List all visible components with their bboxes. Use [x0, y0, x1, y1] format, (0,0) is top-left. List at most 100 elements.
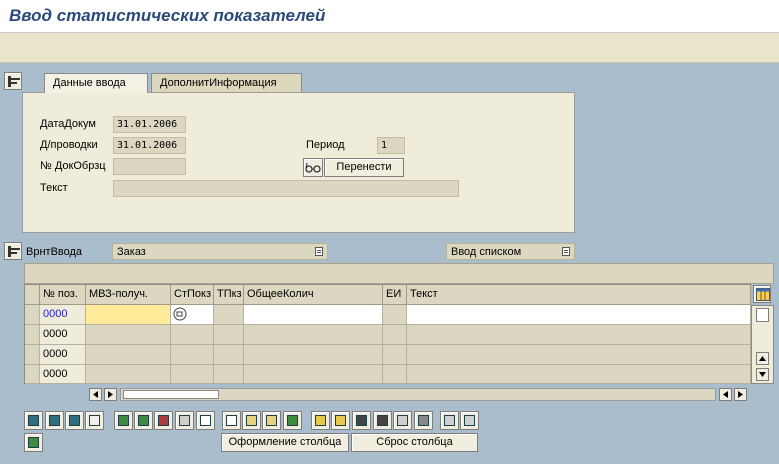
- uom-cell: [383, 365, 407, 384]
- horizontal-scrollbar[interactable]: [120, 388, 716, 401]
- row-selector[interactable]: [25, 305, 40, 325]
- tab-input-data[interactable]: Данные ввода: [44, 73, 148, 93]
- detail-button[interactable]: [24, 411, 43, 430]
- text-field[interactable]: [113, 180, 459, 197]
- find-button[interactable]: [352, 411, 371, 430]
- col-header-total-qty[interactable]: ОбщееКолич: [244, 285, 383, 305]
- ref-doc-field[interactable]: [113, 158, 186, 175]
- collapse-header-button[interactable]: [4, 72, 22, 90]
- copy-row-button[interactable]: [175, 411, 194, 430]
- select-all-header[interactable]: [25, 285, 40, 305]
- total-qty-cell: [244, 345, 383, 365]
- sum-config-button[interactable]: [393, 411, 412, 430]
- post-date-label: Д/проводки: [40, 139, 98, 151]
- sort-descending-button[interactable]: [331, 411, 350, 430]
- row-selector[interactable]: [25, 365, 40, 384]
- transfer-button-label: Перенести: [336, 161, 392, 173]
- input-variant-value: Заказ: [117, 246, 146, 258]
- copy-button[interactable]: [242, 411, 261, 430]
- undo-button[interactable]: [440, 411, 459, 430]
- binoculars-icon: [356, 415, 367, 426]
- stat-key-cell: [171, 345, 214, 365]
- arrow-right-icon: [738, 391, 743, 398]
- select-block-button[interactable]: [65, 411, 84, 430]
- column-reset-button[interactable]: Сброс столбца: [351, 433, 478, 452]
- deselect-all-button[interactable]: [85, 411, 104, 430]
- col-header-cost-center[interactable]: МВЗ-получ.: [86, 285, 171, 305]
- scroll-right-end-button[interactable]: [734, 388, 747, 401]
- ref-doc-label: № ДокОбрзц: [40, 160, 106, 172]
- transfer-button[interactable]: Перенести: [324, 158, 404, 177]
- col-header-key-type[interactable]: ТПкз: [214, 285, 244, 305]
- total-button[interactable]: [24, 433, 43, 452]
- col-header-text[interactable]: Текст: [407, 285, 751, 305]
- input-variant-dropdown[interactable]: Заказ: [112, 243, 328, 260]
- input-mode-dropdown[interactable]: Ввод списком: [446, 243, 575, 260]
- paste-button[interactable]: [262, 411, 281, 430]
- total-qty-cell: [244, 325, 383, 345]
- scroll-left-button[interactable]: [89, 388, 102, 401]
- insert-row-button[interactable]: [114, 411, 133, 430]
- row-selector[interactable]: [25, 325, 40, 345]
- paste-new-button[interactable]: [283, 411, 302, 430]
- sum-config-icon: [397, 415, 408, 426]
- append-row-button[interactable]: [134, 411, 153, 430]
- row-selector[interactable]: [25, 345, 40, 365]
- magnifier-icon: [28, 415, 39, 426]
- col-header-stat-key[interactable]: СтПокз: [171, 285, 214, 305]
- delete-row-button[interactable]: [154, 411, 173, 430]
- glasses-button[interactable]: [303, 158, 323, 177]
- cost-center-input[interactable]: [86, 305, 171, 325]
- table-settings-icon: [756, 288, 770, 301]
- cut-button[interactable]: [222, 411, 241, 430]
- sigma-icon: [28, 437, 39, 448]
- tab-additional-info[interactable]: ДополнитИнформация: [151, 73, 302, 93]
- key-type-cell: [214, 345, 244, 365]
- scroll-up-button[interactable]: [756, 352, 769, 365]
- duplicate-row-button[interactable]: [196, 411, 215, 430]
- period-label: Период: [306, 139, 345, 151]
- select-all-button[interactable]: [45, 411, 64, 430]
- scroll-left-end-button[interactable]: [719, 388, 732, 401]
- text-cell: [407, 365, 751, 384]
- scroll-thumb[interactable]: [756, 308, 769, 322]
- col-header-pos[interactable]: № поз.: [40, 285, 86, 305]
- find-next-button[interactable]: [373, 411, 392, 430]
- uom-cell: [383, 345, 407, 365]
- filter-icon: [418, 415, 429, 426]
- total-qty-input[interactable]: [244, 305, 383, 325]
- deselect-icon: [89, 415, 100, 426]
- text-input[interactable]: [407, 305, 751, 325]
- h-scroll-thumb[interactable]: [123, 390, 219, 399]
- post-date-field[interactable]: 31.01.2006: [113, 137, 186, 154]
- scroll-right-button[interactable]: [104, 388, 117, 401]
- arrow-left-icon: [93, 391, 98, 398]
- key-type-cell: [214, 325, 244, 345]
- copy-row-icon: [179, 415, 190, 426]
- table-settings-button[interactable]: [753, 285, 771, 303]
- key-type-cell: [214, 365, 244, 384]
- uom-cell: [383, 325, 407, 345]
- vertical-scrollbar[interactable]: [751, 305, 774, 384]
- stat-key-input[interactable]: [171, 305, 214, 325]
- column-format-button[interactable]: Оформление столбца: [221, 433, 349, 452]
- stat-key-cell: [171, 325, 214, 345]
- table-row-pos: 0000: [40, 365, 86, 384]
- table-row-pos: 0000: [40, 305, 86, 325]
- stat-key-cell: [171, 365, 214, 384]
- select-block-icon: [69, 415, 80, 426]
- arrow-left-icon: [723, 391, 728, 398]
- filter-button[interactable]: [414, 411, 433, 430]
- search-help-icon[interactable]: [173, 307, 187, 321]
- scroll-down-button[interactable]: [756, 368, 769, 381]
- header-panel: ДатаДокум 31.01.2006 Д/проводки 31.01.20…: [22, 92, 575, 233]
- print-button[interactable]: [460, 411, 479, 430]
- doc-date-field[interactable]: 31.01.2006: [113, 116, 186, 133]
- sort-ascending-icon: [315, 415, 326, 426]
- variant-toggle-button[interactable]: [4, 242, 22, 260]
- sort-ascending-button[interactable]: [311, 411, 330, 430]
- period-field[interactable]: 1: [377, 137, 405, 154]
- col-header-uom[interactable]: ЕИ: [383, 285, 407, 305]
- glasses-icon: [305, 162, 321, 173]
- text-cell: [407, 325, 751, 345]
